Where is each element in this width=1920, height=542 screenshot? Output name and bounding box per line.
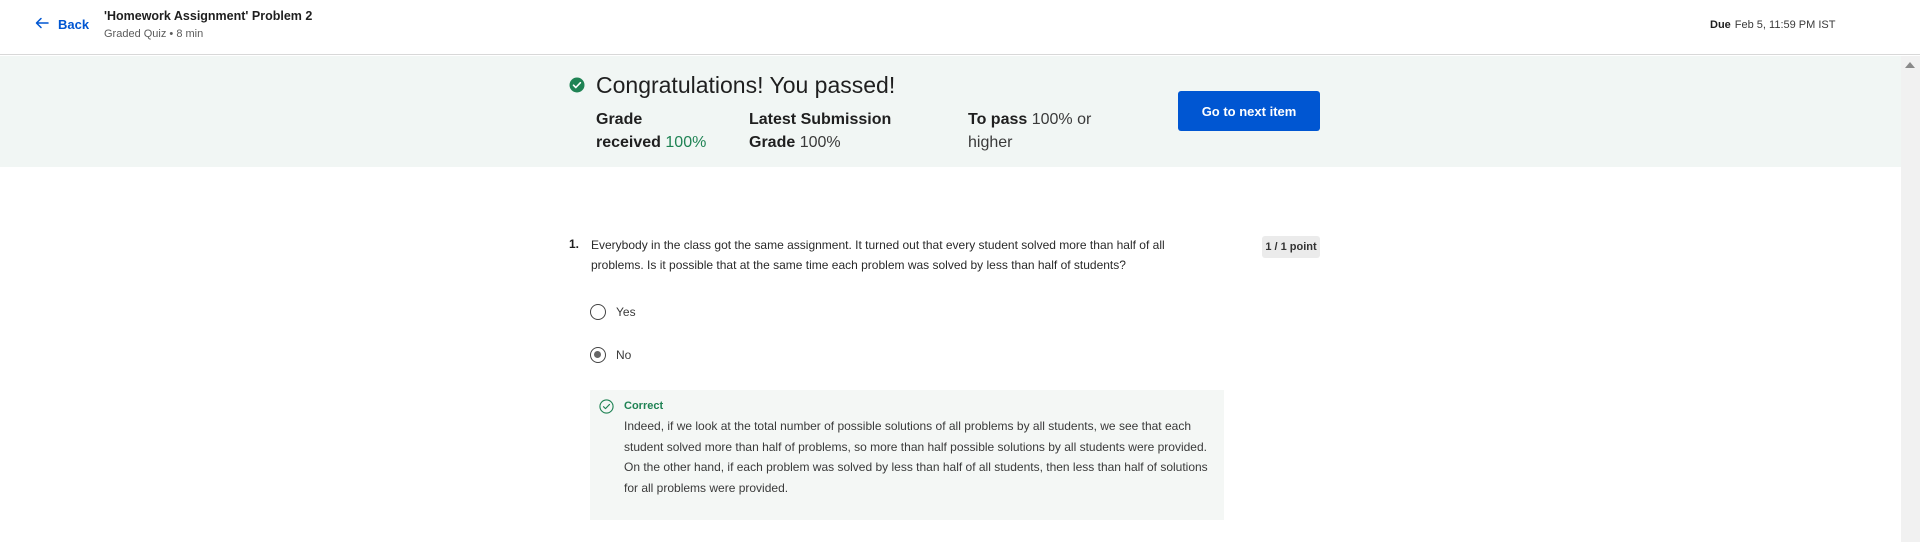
feedback-box: Correct Indeed, if we look at the total … xyxy=(590,390,1224,520)
scrollbar[interactable] xyxy=(1901,56,1920,542)
to-pass: To pass 100% or higher xyxy=(968,108,1091,154)
grade-received: Grade received 100% xyxy=(596,108,706,154)
latest-submission-grade: Latest Submission Grade 100% xyxy=(749,108,891,154)
due-label: Due xyxy=(1710,19,1731,31)
points-badge: 1 / 1 point xyxy=(1262,236,1320,258)
question-number: 1. xyxy=(569,237,580,251)
arrow-left-icon xyxy=(34,15,50,34)
radio-unchecked-icon[interactable] xyxy=(590,304,606,320)
page-subtitle: Graded Quiz • 8 min xyxy=(104,28,204,40)
grade-received-label: Grade xyxy=(596,111,643,128)
back-button[interactable]: Back xyxy=(34,15,89,34)
back-label: Back xyxy=(58,17,90,32)
option-no[interactable]: No xyxy=(590,347,631,363)
to-pass-label: To pass xyxy=(968,111,1028,128)
latest-submission-label: Latest Submission xyxy=(749,111,892,128)
latest-submission-value: 100% xyxy=(799,134,841,151)
check-circle-outline-icon xyxy=(599,399,614,414)
latest-submission-label-2: Grade xyxy=(749,134,796,151)
grade-received-value: 100% xyxy=(665,134,707,151)
pass-title: Congratulations! You passed! xyxy=(596,72,896,98)
option-yes[interactable]: Yes xyxy=(590,304,636,320)
question-text: Everybody in the class got the same assi… xyxy=(591,238,1165,272)
check-circle-icon xyxy=(569,77,585,93)
top-header: Back 'Homework Assignment' Problem 2 Gra… xyxy=(0,0,1920,55)
feedback-text: Indeed, if we look at the total number o… xyxy=(624,419,1208,495)
grade-received-label-2: received xyxy=(596,134,661,151)
to-pass-value: 100% or xyxy=(1031,111,1092,128)
result-banner xyxy=(0,56,1901,167)
page-title: 'Homework Assignment' Problem 2 xyxy=(104,9,313,23)
due-date: Due Feb 5, 11:59 PM IST xyxy=(1710,19,1835,31)
scroll-up-arrow-icon[interactable] xyxy=(1905,62,1915,68)
go-to-next-item-button[interactable]: Go to next item xyxy=(1178,91,1320,131)
option-label: No xyxy=(616,348,632,362)
to-pass-value-2: higher xyxy=(968,134,1013,151)
radio-checked-icon[interactable] xyxy=(590,347,606,363)
feedback-label: Correct xyxy=(624,400,664,412)
due-value: Feb 5, 11:59 PM IST xyxy=(1734,19,1836,31)
option-label: Yes xyxy=(616,305,636,319)
item-title-block: 'Homework Assignment' Problem 2 Graded Q… xyxy=(104,9,312,40)
